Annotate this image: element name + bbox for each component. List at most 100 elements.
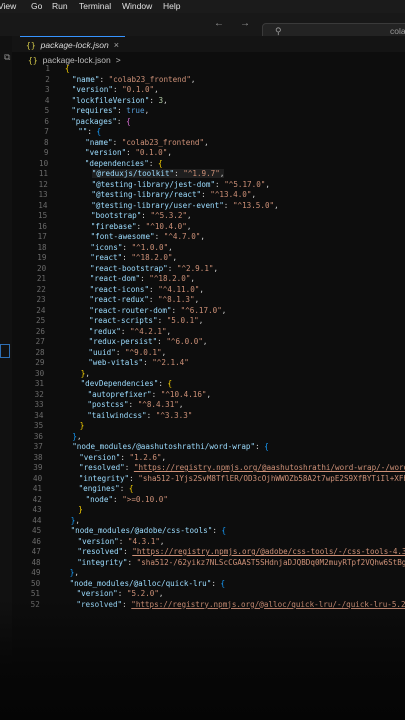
code-token: "lockfileVersion" — [71, 95, 150, 105]
code-token: { — [126, 116, 131, 126]
split-editor-icon[interactable]: ⧉ — [4, 52, 10, 63]
close-icon[interactable]: × — [114, 40, 119, 50]
code-token: { — [264, 442, 269, 451]
code-token: , — [159, 536, 165, 546]
line-number: 24 — [36, 305, 46, 315]
code-token: "react-redux" — [89, 295, 149, 304]
forward-arrow-icon[interactable]: → — [240, 18, 250, 29]
code-token: "sha512-/62yikz7NLScCGAAST5SHdnjaDJQBDq0… — [136, 557, 405, 567]
code-line[interactable]: 21 "react-dom": "^18.2.0", — [0, 274, 405, 285]
line-number: 12 — [38, 179, 48, 189]
code-line[interactable]: 25 "react-scripts": "5.0.1", — [0, 316, 405, 327]
code-line[interactable]: 30}, — [0, 369, 405, 380]
line-number: 48 — [31, 557, 41, 567]
code-line[interactable]: 33 "postcss": "^8.4.31", — [0, 400, 405, 411]
code-line[interactable]: 46 "version": "4.3.1", — [0, 537, 405, 548]
code-token: , — [76, 431, 82, 441]
code-text: "requires": true, — [71, 106, 149, 115]
code-line[interactable]: 37 "node_modules/@aashutoshrathi/word-wra… — [0, 442, 405, 453]
code-line[interactable]: 27 "redux-persist": "^6.0.0", — [0, 337, 405, 348]
code-line[interactable]: 38 "version": "1.2.6", — [0, 453, 405, 464]
code-token: : — [151, 389, 161, 399]
code-token: "redux-persist" — [88, 337, 158, 346]
code-token: , — [206, 389, 212, 399]
code-token: , — [213, 263, 219, 273]
code-token: : — [120, 326, 130, 336]
line-number: 2 — [45, 74, 50, 84]
code-token: : — [167, 263, 177, 273]
code-line[interactable]: 5 "requires": true, — [0, 106, 405, 117]
line-number: 30 — [35, 368, 45, 378]
code-editor[interactable]: 1{2 "name": "colab23_frontend", 3 "version"… — [0, 64, 405, 624]
menu-help[interactable]: Help — [163, 1, 180, 11]
code-token: : — [174, 169, 184, 178]
code-text: "firebase": "^10.4.0", — [91, 222, 192, 231]
code-line[interactable]: 22 "react-icons": "^4.11.0", — [0, 285, 405, 296]
tab-package-lock[interactable]: {} package-lock.json × — [20, 36, 125, 53]
code-line[interactable]: 40 "integrity": "sha512-1Yjs2SvM8TflER/OD… — [0, 474, 405, 485]
code-token: "react" — [90, 253, 123, 262]
code-line[interactable]: 13 "@testing-library/react": "^13.4.0", — [0, 190, 405, 201]
code-line[interactable]: 36}, — [0, 432, 405, 443]
line-number: 7 — [44, 127, 49, 136]
menu-view[interactable]: View — [0, 1, 16, 11]
code-line[interactable]: 19 "react": "^18.2.0", — [0, 253, 405, 264]
code-line[interactable]: 23 "react-redux": "^8.1.3", — [0, 295, 405, 306]
code-line[interactable]: 3 "version": "0.1.0", — [0, 85, 405, 96]
code-line[interactable]: 51 "version": "5.2.0", — [0, 589, 405, 600]
code-line[interactable]: 31 "devDependencies": { — [0, 379, 405, 390]
code-line[interactable]: 32 "autoprefixer": "^10.4.16", — [0, 390, 405, 401]
code-line[interactable]: 1{ — [0, 64, 405, 75]
code-line[interactable]: 45 "node_modules/@adobe/css-tools": { — [0, 526, 405, 537]
code-line[interactable]: 48 "integrity": "sha512-/62yikz7NLScCGAAS… — [0, 558, 405, 569]
code-line[interactable]: 14 "@testing-library/user-event": "^13.5.… — [0, 201, 405, 212]
code-line[interactable]: 24 "react-router-dom": "^6.17.0", — [0, 306, 405, 317]
code-line[interactable]: 2 "name": "colab23_frontend", — [0, 75, 405, 86]
menu-run[interactable]: Run — [52, 1, 68, 11]
code-line[interactable]: 34 "tailwindcss": "^3.3.3" — [0, 411, 405, 422]
code-line[interactable]: 9 "version": "0.1.0", — [0, 148, 405, 159]
code-line[interactable]: 11 "@reduxjs/toolkit": "^1.9.7", — [0, 169, 405, 180]
code-line[interactable]: 29 "web-vitals": "^2.1.4" — [0, 358, 405, 369]
code-line[interactable]: 44}, — [0, 516, 405, 527]
code-token: : — [136, 221, 146, 231]
code-token: , — [187, 211, 192, 220]
code-line[interactable]: 20 "react-bootstrap": "^2.9.1", — [0, 264, 405, 275]
menu-terminal[interactable]: Terminal — [79, 1, 111, 11]
line-number: 37 — [33, 442, 43, 451]
code-line[interactable]: 6 "packages": { — [0, 117, 405, 128]
code-line[interactable]: 15 "bootstrap": "^5.3.2", — [0, 211, 405, 222]
code-token: true — [126, 106, 145, 115]
line-number: 23 — [36, 295, 46, 304]
code-text: }, — [72, 432, 81, 441]
menu-go[interactable]: Go — [31, 1, 42, 11]
code-line[interactable]: 26 "redux": "^4.2.1", — [0, 327, 405, 338]
code-token: "^10.4.16" — [160, 389, 207, 399]
code-line[interactable]: 49}, — [0, 568, 405, 579]
line-number: 3 — [45, 85, 50, 94]
code-line[interactable]: 42 "node": ">=0.10.0" — [0, 495, 405, 506]
menu-window[interactable]: Window — [122, 1, 152, 11]
code-line[interactable]: 8 "name": "colab23_frontend", — [0, 138, 405, 149]
code-line[interactable]: 10 "dependencies": { — [0, 159, 405, 170]
code-line[interactable]: 12 "@testing-library/jest-dom": "^5.17.0"… — [0, 180, 405, 191]
code-line[interactable]: 4 "lockfileVersion": 3, — [0, 96, 405, 107]
code-token: { — [128, 484, 134, 493]
code-token: "https://registry.npmjs.org/@adobe/css-t… — [132, 547, 405, 556]
code-token: "^6.17.0" — [180, 305, 222, 315]
code-line[interactable]: 50 "node_modules/@alloc/quick-lru": { — [0, 579, 405, 590]
code-line[interactable]: 39 "resolved": "https://registry.npmjs.or… — [0, 463, 405, 474]
code-line[interactable]: 41 "engines": { — [0, 484, 405, 495]
code-token: "integrity" — [78, 473, 130, 483]
code-line[interactable]: 18 "icons": "^1.0.0", — [0, 243, 405, 254]
back-arrow-icon[interactable]: ← — [214, 18, 224, 29]
code-line[interactable]: 43} — [0, 505, 405, 516]
code-line[interactable]: 28 "uuid": "^9.0.1", — [0, 348, 405, 359]
code-line[interactable]: 16 "firebase": "^10.4.0", — [0, 222, 405, 233]
code-line[interactable]: 47 "resolved": "https://registry.npmjs.or… — [0, 547, 405, 558]
code-token: : — [255, 442, 265, 451]
code-token: : — [171, 305, 181, 315]
code-line[interactable]: 7 "": { — [0, 127, 405, 138]
code-line[interactable]: 17 "font-awesome": "^4.7.0", — [0, 232, 405, 243]
code-line[interactable]: 35} — [0, 421, 405, 432]
